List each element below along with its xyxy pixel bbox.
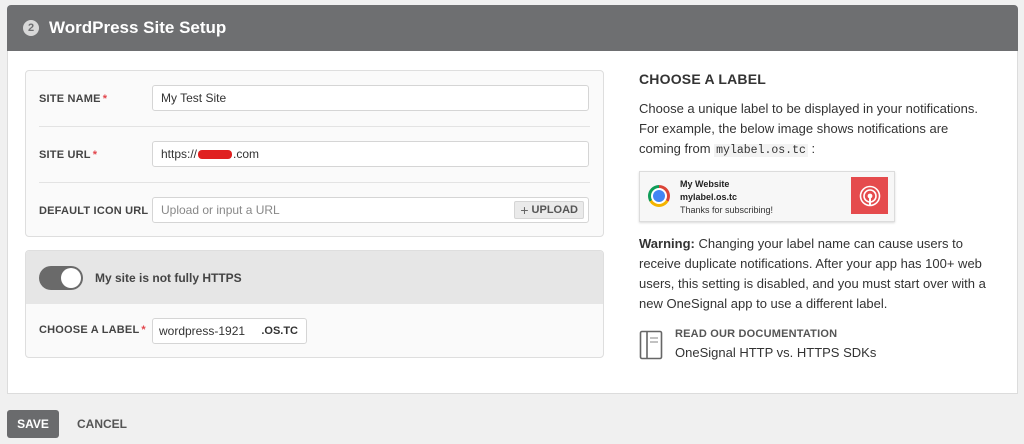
notification-body: Thanks for subscribing! [680, 205, 774, 215]
required-mark: * [141, 324, 146, 336]
required-mark: * [102, 92, 108, 105]
help-intro: Choose a unique label to be displayed in… [639, 101, 978, 157]
help-heading: CHOOSE A LABEL [639, 71, 766, 87]
doc-heading: READ OUR DOCUMENTATION [675, 328, 838, 340]
notification-title: My Website [680, 179, 730, 189]
documentation-link[interactable]: READ OUR DOCUMENTATION OneSignal HTTP vs… [639, 328, 989, 360]
onesignal-icon [851, 177, 888, 214]
chrome-icon [648, 185, 670, 207]
https-toggle-label: My site is not fully HTTPS [95, 270, 242, 285]
notification-site: mylabel.os.tc [680, 192, 738, 202]
label-value: wordpress-1921 [159, 324, 246, 338]
site-url-prefix: https:// [161, 147, 198, 161]
section-header: 2 WordPress Site Setup [7, 5, 1018, 51]
label-code: mylabel.os.tc [714, 144, 808, 157]
site-url-input[interactable]: https:// .com [152, 141, 589, 167]
default-icon-placeholder: Upload or input a URL [161, 203, 280, 217]
required-mark: * [92, 148, 98, 161]
default-icon-row: DEFAULT ICON URL Upload or input a URL +… [26, 183, 603, 238]
redaction-mark [198, 149, 233, 159]
label-suffix: .OS.TC [261, 325, 298, 337]
site-name-input[interactable]: My Test Site [152, 85, 589, 111]
default-icon-input[interactable]: Upload or input a URL + UPLOAD [152, 197, 589, 223]
default-icon-label: DEFAULT ICON URL [39, 204, 149, 217]
site-name-label: SITE NAME * [39, 92, 108, 105]
site-url-suffix: .com [233, 147, 260, 161]
setup-card: SITE NAME * My Test Site SITE URL * https:… [7, 51, 1018, 394]
label-help-panel: CHOOSE A LABEL Choose a unique label to … [639, 71, 989, 360]
warning-text: Warning: Changing your label name can ca… [639, 236, 986, 311]
book-icon [639, 330, 663, 360]
site-url-label: SITE URL * [39, 148, 98, 161]
plus-icon: + [520, 202, 529, 218]
https-toggle[interactable] [39, 266, 83, 290]
site-name-row: SITE NAME * My Test Site [26, 71, 603, 126]
site-details-form: SITE NAME * My Test Site SITE URL * https:… [25, 70, 604, 237]
choose-label-input[interactable]: wordpress-1921 .OS.TC [152, 318, 307, 344]
cancel-button[interactable]: CANCEL [77, 417, 127, 431]
https-toggle-row: My site is not fully HTTPS [26, 251, 603, 304]
choose-label-label: CHOOSE A LABEL * [39, 324, 146, 336]
https-settings: My site is not fully HTTPS CHOOSE A LABE… [25, 250, 604, 358]
upload-label: UPLOAD [531, 204, 578, 216]
toggle-knob [61, 268, 81, 288]
save-button[interactable]: SAVE [7, 410, 59, 438]
doc-link-text[interactable]: OneSignal HTTP vs. HTTPS SDKs [675, 345, 876, 360]
notification-preview: My Website mylabel.os.tc Thanks for subs… [639, 171, 895, 222]
step-number-badge: 2 [23, 20, 39, 36]
section-title: WordPress Site Setup [49, 18, 227, 37]
site-url-row: SITE URL * https:// .com [26, 127, 603, 182]
upload-button[interactable]: + UPLOAD [514, 201, 584, 219]
